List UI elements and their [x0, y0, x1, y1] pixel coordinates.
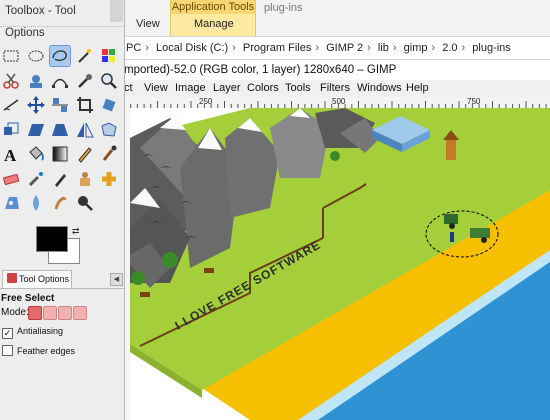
menu-layer[interactable]: Layer	[213, 80, 241, 97]
swap-colors-icon[interactable]: ⇄	[72, 226, 80, 237]
antialiasing-label: Antialiasing	[17, 326, 64, 336]
address-bar[interactable]: PC › Local Disk (C:) › Program Files › GIMP…	[124, 37, 550, 60]
tool-scissors-select-icon[interactable]	[0, 70, 22, 92]
tool-paths-icon[interactable]	[49, 70, 71, 92]
tab-menu-icon[interactable]: ◀	[110, 273, 123, 286]
tool-move-icon[interactable]	[25, 94, 47, 116]
application-tools-header: Application Tools	[171, 0, 255, 14]
antialiasing-row: ✓ Antialiasing	[2, 326, 63, 339]
tool-measure-icon[interactable]	[0, 94, 22, 116]
ribbon-tab-view[interactable]: View	[136, 18, 160, 30]
menu-help[interactable]: Help	[406, 80, 429, 97]
image-canvas[interactable]: I LOVE FREE SOFTWARE	[130, 108, 550, 420]
tool-select-by-color-icon[interactable]	[98, 45, 120, 67]
tab-tool-options-label: Tool Options	[19, 274, 70, 284]
isometric-island-image: I LOVE FREE SOFTWARE	[130, 108, 550, 420]
tool-rotate-icon[interactable]	[98, 94, 120, 116]
tool-align-icon[interactable]	[49, 94, 71, 116]
tool-clone-icon[interactable]	[74, 168, 96, 190]
tool-text-icon[interactable]: A	[0, 143, 22, 165]
toolbox-titlebar-scroll[interactable]	[110, 0, 123, 22]
path-segment-version[interactable]: 2.0	[442, 42, 457, 54]
explorer-window-title: plug-ins	[264, 2, 303, 14]
tool-rect-select-icon[interactable]	[0, 45, 22, 67]
mode-label: Mode:	[1, 307, 29, 318]
ruler-label-750: 750	[467, 97, 481, 106]
tool-free-select-icon[interactable]	[49, 45, 71, 67]
menu-filters[interactable]: Filters	[320, 80, 350, 97]
mode-add-icon[interactable]	[43, 306, 57, 320]
foreground-color-swatch[interactable]	[36, 226, 68, 252]
tool-pencil-icon[interactable]	[74, 143, 96, 165]
path-segment-local-disk[interactable]: Local Disk (C:)	[156, 42, 228, 54]
tool-bucket-fill-icon[interactable]	[25, 143, 47, 165]
path-segment-program-files[interactable]: Program Files	[243, 42, 311, 54]
menu-windows[interactable]: Windows	[357, 80, 402, 97]
path-segment-pc[interactable]: PC	[126, 42, 141, 54]
feather-edges-label: Feather edges	[17, 346, 76, 356]
toolbox-drag-handle[interactable]	[0, 26, 124, 41]
menu-view[interactable]: View	[144, 80, 168, 97]
antialiasing-checkbox[interactable]: ✓	[2, 328, 13, 339]
tool-perspective-clone-icon[interactable]	[0, 192, 22, 214]
feather-row: Feather edges	[2, 345, 75, 356]
path-segment-plug-ins[interactable]: plug-ins	[472, 42, 511, 54]
svg-text:A: A	[4, 146, 17, 164]
tool-dodge-burn-icon[interactable]	[74, 192, 96, 214]
tool-heal-icon[interactable]	[98, 168, 120, 190]
tab-tool-options[interactable]: Tool Options	[2, 270, 72, 288]
menu-tools[interactable]: Tools	[285, 80, 311, 97]
tool-fuzzy-select-icon[interactable]	[74, 45, 96, 67]
fg-bg-colors: ⇄	[36, 226, 80, 266]
path-segment-lib[interactable]: lib	[378, 42, 389, 54]
ruler-label-250: 250	[199, 97, 213, 106]
tool-blur-sharpen-icon[interactable]	[25, 192, 47, 214]
toolbox-panel: Toolbox - Tool Options A ⇄ Tool Options …	[0, 0, 125, 420]
menu-select[interactable]: ct	[124, 80, 133, 97]
tool-crop-icon[interactable]	[74, 94, 96, 116]
gimp-window-title: mported)-52.0 (RGB color, 1 layer) 1280x…	[124, 60, 550, 81]
tool-shear-icon[interactable]	[25, 119, 47, 141]
gimp-menubar: ct View Image Layer Colors Tools Filters…	[124, 80, 550, 97]
menu-image[interactable]: Image	[175, 80, 206, 97]
tool-foreground-select-icon[interactable]	[25, 70, 47, 92]
feather-edges-checkbox[interactable]	[2, 345, 13, 356]
tool-ink-icon[interactable]	[49, 168, 71, 190]
explorer-ribbon: Application Tools plug-ins View Manage	[124, 0, 550, 37]
mode-replace-icon[interactable]	[28, 306, 42, 320]
tool-perspective-icon[interactable]	[49, 119, 71, 141]
tool-blend-icon[interactable]	[49, 143, 71, 165]
menu-colors[interactable]: Colors	[247, 80, 279, 97]
mode-subtract-icon[interactable]	[58, 306, 72, 320]
tool-options-title: Free Select	[1, 293, 55, 304]
tool-color-picker-icon[interactable]	[74, 70, 96, 92]
ribbon-tab-manage[interactable]: Manage	[194, 18, 234, 30]
tool-eraser-icon[interactable]	[0, 168, 22, 190]
mode-intersect-icon[interactable]	[73, 306, 87, 320]
tool-cage-transform-icon[interactable]	[98, 119, 120, 141]
tool-smudge-icon[interactable]	[49, 192, 71, 214]
path-segment-gimp2[interactable]: GIMP 2	[326, 42, 363, 54]
tool-paintbrush-icon[interactable]	[98, 143, 120, 165]
toolbox-title: Toolbox - Tool Options	[5, 5, 76, 39]
tool-zoom-icon[interactable]	[98, 70, 120, 92]
tool-ellipse-select-icon[interactable]	[25, 45, 47, 67]
path-segment-gimp[interactable]: gimp	[404, 42, 428, 54]
tool-flip-icon[interactable]	[74, 119, 96, 141]
ruler-label-500: 500	[332, 97, 346, 106]
tool-scale-icon[interactable]	[0, 119, 22, 141]
tool-airbrush-icon[interactable]	[25, 168, 47, 190]
tool-options-tabbar: Tool Options ◀	[0, 270, 124, 289]
tool-options-icon	[7, 273, 17, 283]
